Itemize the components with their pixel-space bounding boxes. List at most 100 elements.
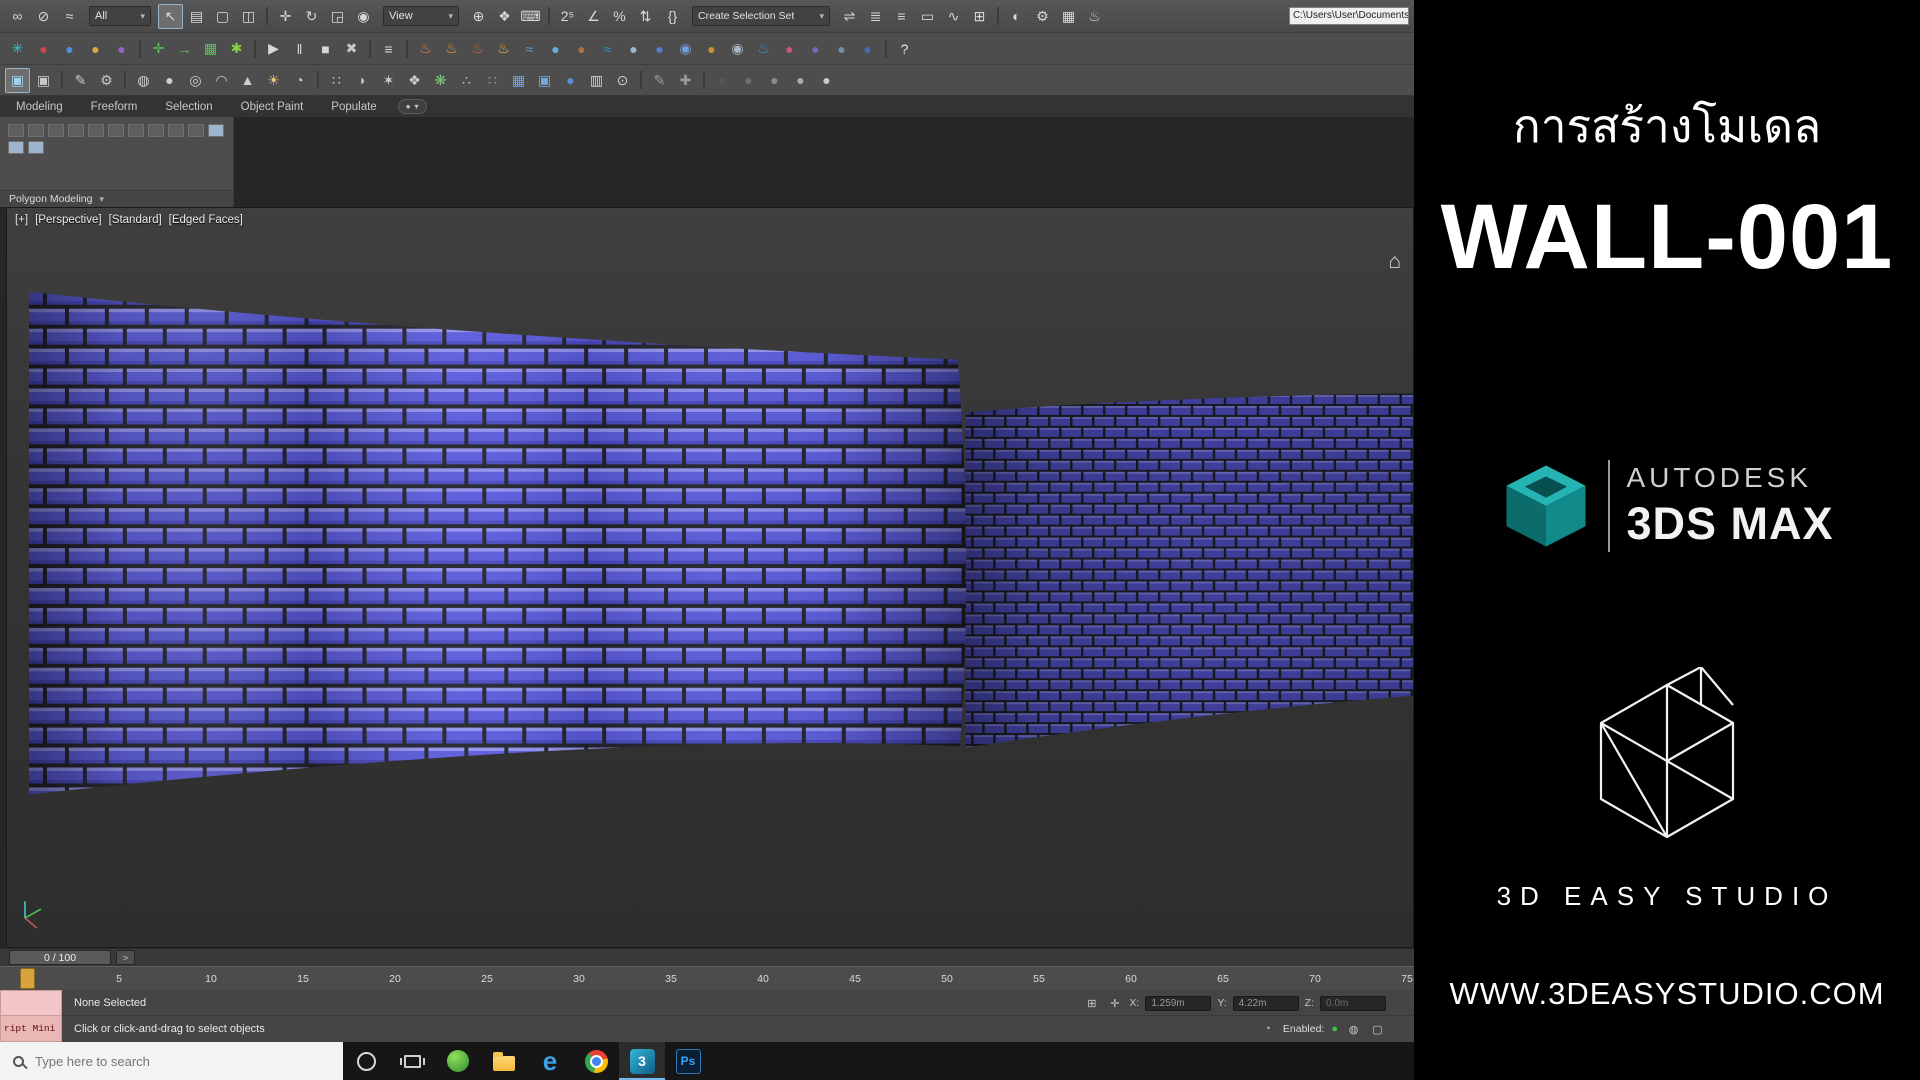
play-icon[interactable]: ▶	[261, 36, 286, 61]
hemisphere-icon[interactable]: ◔	[287, 68, 312, 93]
selection-lock-toggle-icon[interactable]: ✛	[1106, 995, 1123, 1012]
star-primitive-icon[interactable]: ✶	[376, 68, 401, 93]
curve-editor-icon[interactable]: ∿	[941, 4, 966, 29]
amber-orb-icon[interactable]: ●	[83, 36, 108, 61]
select-and-place-icon[interactable]: ◉	[351, 4, 376, 29]
ribbon-tab[interactable]: Modeling	[3, 98, 76, 117]
help-icon[interactable]: ?	[892, 36, 917, 61]
ribbon-mini-button[interactable]	[168, 124, 184, 137]
molecule-icon[interactable]: ∷	[480, 68, 505, 93]
rendered-frame-window-icon[interactable]: ▦	[1056, 4, 1081, 29]
next-frame-button[interactable]: >	[116, 950, 135, 965]
blue-grid-icon[interactable]: ▦	[506, 68, 531, 93]
time-slider-handle[interactable]: 0 / 100	[9, 950, 111, 965]
cloud-orb-icon[interactable]: ●	[621, 36, 646, 61]
taskbar-search[interactable]	[0, 1042, 343, 1080]
active-tool-icon[interactable]: ▣	[5, 68, 30, 93]
red-orb-icon[interactable]: ●	[31, 36, 56, 61]
viewport-general-menu[interactable]: [+]	[15, 214, 28, 226]
info-icon[interactable]: ⊙	[610, 68, 635, 93]
green-arrow-icon[interactable]: →	[172, 36, 197, 61]
bitmap-icon[interactable]: ▣	[532, 68, 557, 93]
ribbon-mini-button[interactable]	[8, 141, 24, 154]
arc-primitive-icon[interactable]: ◠	[209, 68, 234, 93]
scatter-icon[interactable]: ∴	[454, 68, 479, 93]
cubes-array-icon[interactable]: ❖	[402, 68, 427, 93]
track-bar[interactable]: 051015202530354045505560657075	[0, 966, 1414, 990]
shade-ball-dark-icon[interactable]: ●	[710, 68, 735, 93]
viewport-pov-menu[interactable]: [Perspective]	[35, 214, 101, 226]
select-and-move-icon[interactable]: ✛	[273, 4, 298, 29]
select-by-name-icon[interactable]: ▤	[184, 4, 209, 29]
3dsmax-taskbar-button[interactable]: 3	[619, 1042, 665, 1080]
far-brick-wall[interactable]	[966, 393, 1413, 747]
y-coordinate-field[interactable]: 4.22m	[1233, 996, 1299, 1011]
select-object-icon[interactable]: ↖	[158, 4, 183, 29]
heat-effect-icon[interactable]: ♨	[491, 36, 516, 61]
photoshop-button[interactable]: Ps	[665, 1042, 711, 1080]
clay-orb-icon[interactable]: ●	[569, 36, 594, 61]
reference-coordinate-dropdown[interactable]: View ▾	[383, 6, 459, 26]
green-move-icon[interactable]: ✛	[146, 36, 171, 61]
chrome-button[interactable]	[573, 1042, 619, 1080]
chart-icon[interactable]: ▥	[584, 68, 609, 93]
ribbon-config-chip[interactable]: ● ▾	[398, 99, 427, 114]
navy-orb-icon[interactable]: ●	[855, 36, 880, 61]
blaze-effect-icon[interactable]: ♨	[439, 36, 464, 61]
bind-to-space-warp-icon[interactable]: ≈	[57, 4, 82, 29]
violet-orb-icon[interactable]: ●	[803, 36, 828, 61]
ribbon-tab[interactable]: Freeform	[78, 98, 151, 117]
ribbon-mini-button[interactable]	[28, 141, 44, 154]
window-crossing-toggle-icon[interactable]: ◫	[236, 4, 261, 29]
panel-toggle-icon[interactable]: ▣	[31, 68, 56, 93]
cone-primitive-icon[interactable]: ▲	[235, 68, 260, 93]
ribbon-mini-button[interactable]	[188, 124, 204, 137]
shade-ball-gray-icon[interactable]: ●	[762, 68, 787, 93]
schematic-view-icon[interactable]: ⊞	[967, 4, 992, 29]
polygon-modeling-header[interactable]: Polygon Modeling ▾	[0, 190, 233, 207]
mini-listener-field[interactable]	[0, 990, 62, 1016]
purple-orb-icon[interactable]: ●	[109, 36, 134, 61]
select-and-scale-icon[interactable]: ◲	[325, 4, 350, 29]
snaps-toggle-icon[interactable]: 2⁵	[555, 4, 580, 29]
ribbon-mini-button[interactable]	[8, 124, 24, 137]
edit-named-selection-sets-icon[interactable]: {}	[660, 4, 685, 29]
align-icon[interactable]: ≣	[863, 4, 888, 29]
use-pivot-point-center-icon[interactable]: ⊕	[466, 4, 491, 29]
layer-explorer-icon[interactable]: ≡	[889, 4, 914, 29]
percent-snap-icon[interactable]: %	[607, 4, 632, 29]
torus-primitive-icon[interactable]: ◎	[183, 68, 208, 93]
ribbon-mini-button[interactable]	[88, 124, 104, 137]
mini-listener-label[interactable]: ript Mini	[0, 1016, 62, 1042]
ribbon-tab[interactable]: Object Paint	[228, 98, 317, 117]
x-coordinate-field[interactable]: 1.259m	[1145, 996, 1211, 1011]
dots-grid-icon[interactable]: ∷	[324, 68, 349, 93]
ribbon-mini-button[interactable]	[28, 124, 44, 137]
viewcube-home-icon[interactable]: ⌂	[1388, 250, 1401, 274]
stop-icon[interactable]: ■	[313, 36, 338, 61]
water-effect-icon[interactable]: ≈	[517, 36, 542, 61]
project-path-field[interactable]: C:\Users\User\Documents...	[1289, 7, 1409, 25]
angle-snap-icon[interactable]: ∠	[581, 4, 606, 29]
pause-icon[interactable]: ‖	[287, 36, 312, 61]
named-selection-set-dropdown[interactable]: Create Selection Set ▾	[692, 6, 830, 26]
sphere-primitive-icon[interactable]: ●	[157, 68, 182, 93]
selection-filter-dropdown[interactable]: All ▾	[89, 6, 151, 26]
blue-sphere-icon[interactable]: ●	[647, 36, 672, 61]
ribbon-tab[interactable]: Selection	[152, 98, 225, 117]
ribbon-mini-button[interactable]	[48, 124, 64, 137]
wrench-icon[interactable]: ⚙	[94, 68, 119, 93]
material-editor-icon[interactable]: ◐	[1004, 4, 1029, 29]
blob-primitive-icon[interactable]: ◍	[131, 68, 156, 93]
ribbon-mini-button[interactable]	[128, 124, 144, 137]
shade-ball-bright-icon[interactable]: ●	[814, 68, 839, 93]
magenta-orb-icon[interactable]: ●	[777, 36, 802, 61]
select-and-rotate-icon[interactable]: ↻	[299, 4, 324, 29]
foliage-icon[interactable]: ❋	[428, 68, 453, 93]
viewport-style-menu[interactable]: [Standard]	[109, 214, 162, 226]
time-slider[interactable]: 0 / 100 >	[0, 948, 1414, 966]
glass-orb-icon[interactable]: ◉	[673, 36, 698, 61]
track-bar-slider[interactable]	[20, 968, 35, 989]
render-orb-icon[interactable]: ●	[558, 68, 583, 93]
near-brick-wall[interactable]	[29, 292, 966, 795]
